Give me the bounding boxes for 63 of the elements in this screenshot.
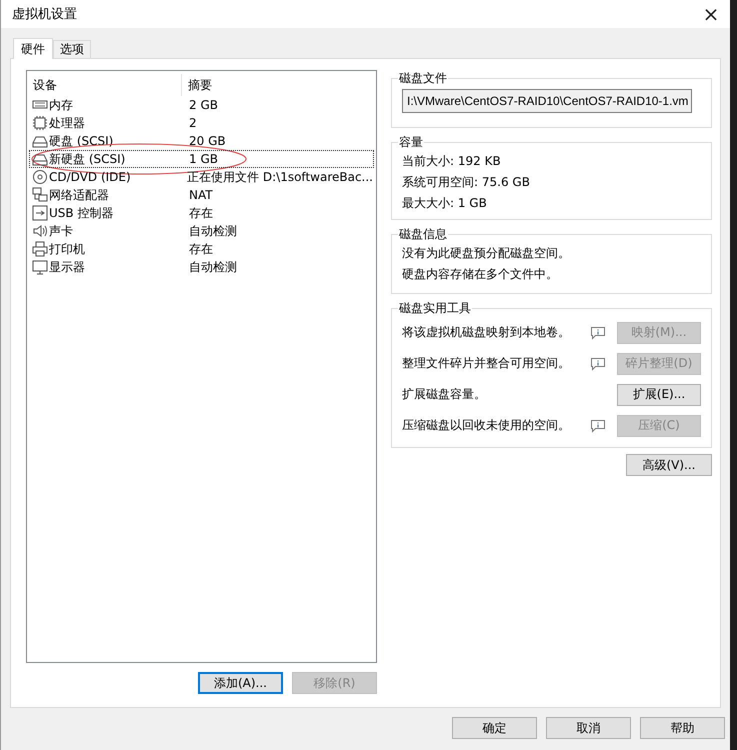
group-title: 磁盘信息 — [398, 226, 448, 243]
group-title: 磁盘实用工具 — [398, 300, 472, 317]
info-text: 没有为此硬盘预分配磁盘空间。 — [402, 245, 571, 262]
utility-text: 将该虚拟机磁盘映射到本地卷。 — [402, 324, 571, 341]
capacity-text: 系统可用空间: 75.6 GB — [402, 174, 531, 191]
info-text: 硬盘内容存储在多个文件中。 — [402, 266, 559, 283]
list-row[interactable]: 新硬盘 (SCSI) 1 GB — [29, 150, 374, 168]
device-summary: 存在 — [188, 240, 213, 258]
window-title: 虚拟机设置 — [12, 6, 77, 23]
device-summary: 20 GB — [188, 134, 226, 148]
printer-icon — [32, 241, 48, 257]
monitor-icon — [32, 259, 48, 275]
tab[interactable]: 选项 — [53, 40, 91, 58]
utility-text: 整理文件碎片并整合可用空间。 — [402, 355, 571, 372]
device-name: CD/DVD (IDE) — [49, 170, 131, 184]
device-name: 处理器 — [49, 114, 85, 132]
device-summary: 1 GB — [188, 152, 218, 166]
utility-text: 压缩磁盘以回收未使用的空间。 — [402, 417, 571, 434]
list-row[interactable]: 处理器 2 — [29, 114, 374, 132]
close-button[interactable]: × — [696, 0, 726, 28]
device-name: USB 控制器 — [49, 204, 114, 222]
list-row[interactable]: 硬盘 (SCSI) 20 GB — [29, 132, 374, 150]
device-summary: 存在 — [188, 204, 213, 222]
list-row[interactable]: CD/DVD (IDE) 正在使用文件 D:\1softwareBac... — [29, 168, 374, 186]
list-button[interactable]: 添加(A)... — [198, 672, 283, 694]
usb-icon — [32, 205, 48, 221]
utility-button[interactable]: 扩展(E)... — [616, 384, 701, 406]
device-name: 显示器 — [49, 258, 85, 276]
capacity-text: 当前大小: 192 KB — [402, 153, 502, 170]
list-row[interactable]: 打印机 存在 — [29, 240, 374, 258]
device-summary: 自动检测 — [188, 258, 237, 276]
tab[interactable]: 硬件 — [13, 38, 53, 59]
device-name: 声卡 — [49, 222, 73, 240]
advanced-button[interactable]: 高级(V)... — [626, 454, 712, 476]
dialog-button[interactable]: 确定 — [452, 717, 537, 739]
disc-icon — [32, 169, 48, 185]
utility-text: 扩展磁盘容量。 — [402, 386, 487, 403]
list-row[interactable]: 显示器 自动检测 — [29, 258, 374, 276]
list-row[interactable]: 声卡 自动检测 — [29, 222, 374, 240]
device-summary: 正在使用文件 D:\1softwareBac... — [186, 168, 373, 186]
list-row[interactable]: USB 控制器 存在 — [29, 204, 374, 222]
list-row[interactable]: 网络适配器 NAT — [29, 186, 374, 204]
device-name: 硬盘 (SCSI) — [49, 132, 114, 150]
device-summary: NAT — [188, 188, 213, 202]
group-title: 磁盘文件 — [398, 70, 448, 87]
device-name: 内存 — [49, 96, 73, 114]
device-name: 新硬盘 (SCSI) — [49, 150, 126, 168]
network-icon — [32, 187, 48, 203]
column-header[interactable]: 摘要 — [181, 74, 374, 96]
device-summary: 2 — [188, 116, 197, 130]
device-summary: 自动检测 — [188, 222, 237, 240]
device-summary: 2 GB — [188, 98, 218, 112]
chip-icon — [32, 115, 48, 131]
dialog-button[interactable]: 帮助 — [640, 717, 725, 739]
capacity-text: 最大大小: 1 GB — [402, 195, 488, 212]
column-header[interactable]: 设备 — [29, 74, 181, 96]
device-name: 打印机 — [49, 240, 85, 258]
group-title: 容量 — [398, 134, 424, 151]
speaker-icon — [32, 223, 48, 239]
dialog-button[interactable]: 取消 — [546, 717, 631, 739]
list-row[interactable]: 内存 2 GB — [29, 96, 374, 114]
path-field[interactable]: I:\VMware\CentOS7-RAID10\CentOS7-RAID10-1.vm — [402, 89, 692, 113]
device-name: 网络适配器 — [49, 186, 109, 204]
